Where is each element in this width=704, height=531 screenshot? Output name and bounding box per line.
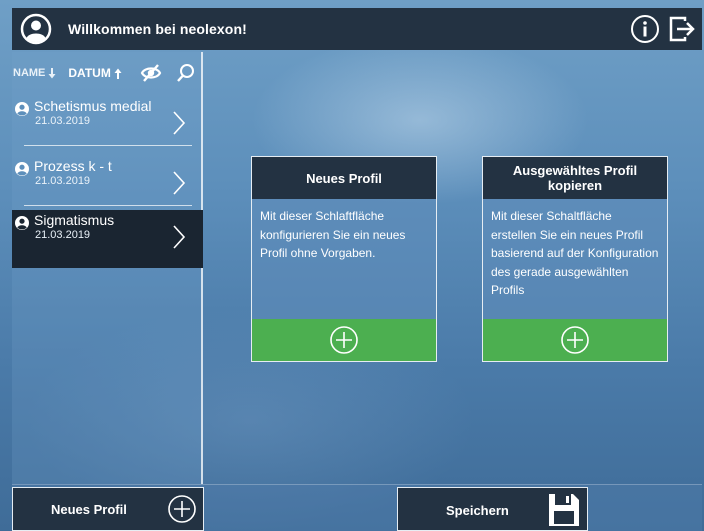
profile-sidebar: NAME DATUM Schetismus medial 21.03.2019 … <box>12 52 203 484</box>
person-icon <box>15 102 29 116</box>
sort-by-name-button[interactable]: NAME <box>13 67 56 79</box>
list-divider <box>24 145 192 146</box>
plus-circle-icon <box>561 326 589 354</box>
copy-profile-button[interactable] <box>483 319 667 361</box>
profile-date: 21.03.2019 <box>35 175 91 187</box>
save-label: Speichern <box>446 503 509 518</box>
save-button[interactable]: Speichern <box>397 487 588 531</box>
plus-circle-icon <box>330 326 358 354</box>
person-icon <box>15 216 29 230</box>
profile-date: 21.03.2019 <box>35 229 91 241</box>
card-title: Neues Profil <box>252 157 436 199</box>
card-description: Mit dieser Schlaftfläche konfigurieren S… <box>252 199 436 319</box>
card-description: Mit dieser Schaltfläche erstellen Sie ei… <box>483 199 667 319</box>
person-icon <box>15 162 29 176</box>
search-icon[interactable] <box>176 63 196 83</box>
arrow-down-icon <box>48 67 56 78</box>
profile-date: 21.03.2019 <box>35 115 91 127</box>
chevron-right-icon <box>173 171 186 195</box>
chevron-right-icon <box>173 111 186 135</box>
sort-name-label: NAME <box>13 67 46 79</box>
sort-bar: NAME DATUM <box>12 60 203 86</box>
profile-list-item-selected[interactable]: Sigmatismus 21.03.2019 <box>12 210 203 268</box>
sort-by-date-button[interactable]: DATUM <box>68 66 122 80</box>
profile-name: Sigmatismus <box>34 212 115 228</box>
new-profile-label: Neues Profil <box>51 501 127 517</box>
welcome-title: Willkommen bei neolexon! <box>68 21 247 37</box>
user-avatar-icon[interactable] <box>20 13 52 45</box>
profile-name: Schetismus medial <box>34 98 152 114</box>
copy-profile-card: Ausgewähltes Profil kopieren Mit dieser … <box>482 156 668 362</box>
profile-name: Prozess k - t <box>34 158 112 174</box>
new-profile-card: Neues Profil Mit dieser Schlaftfläche ko… <box>251 156 437 362</box>
sort-date-label: DATUM <box>68 66 111 80</box>
create-new-profile-button[interactable] <box>252 319 436 361</box>
header-bar: Willkommen bei neolexon! <box>12 8 702 50</box>
logout-icon[interactable] <box>668 15 696 43</box>
floppy-disk-icon <box>549 494 579 526</box>
chevron-right-icon <box>173 225 186 249</box>
app-window: Willkommen bei neolexon! NAME DATUM Sche… <box>0 0 704 531</box>
list-divider <box>24 205 192 206</box>
new-profile-button[interactable]: Neues Profil <box>12 487 204 531</box>
hide-eye-icon[interactable] <box>140 62 162 84</box>
plus-circle-icon <box>168 495 196 523</box>
card-title: Ausgewähltes Profil kopieren <box>483 157 667 199</box>
info-icon[interactable] <box>630 14 660 44</box>
arrow-up-icon <box>114 68 122 79</box>
